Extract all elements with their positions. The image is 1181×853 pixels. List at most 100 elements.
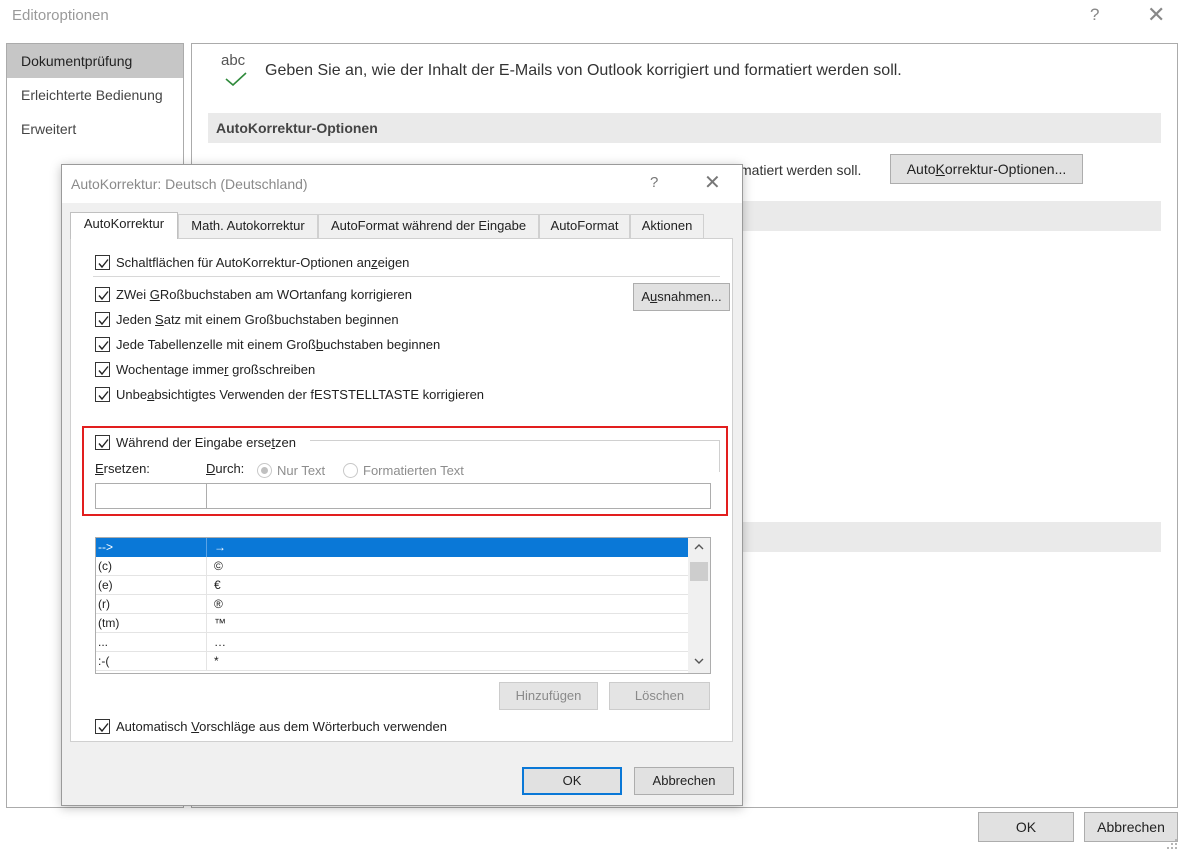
label-text: Schaltflächen für AutoKorrektur-Optionen… (116, 254, 372, 270)
checkbox-label: Wochentage immer großschreiben (116, 362, 315, 377)
label-text: Während der Eingabe erse (116, 434, 272, 450)
list-item[interactable]: ... … (96, 633, 688, 652)
checkbox-row-sentence[interactable]: Jeden Satz mit einem Großbuchstaben begi… (95, 309, 399, 329)
check-icon (98, 340, 109, 350)
label-text: uchstaben beginnen (323, 336, 441, 352)
column-divider (206, 633, 207, 652)
check-icon (98, 438, 109, 448)
checkbox-row-replace-typing[interactable]: Während der Eingabe ersetzen (95, 432, 296, 452)
checkbox-show-buttons[interactable] (95, 254, 110, 270)
label-text: Jeden (116, 311, 156, 327)
label-text: atz mit einem Großbuchstaben beginnen (163, 311, 399, 327)
checkbox-label: Jeden Satz mit einem Großbuchstaben begi… (116, 312, 399, 327)
list-cell-replace: (tm) (98, 616, 120, 630)
list-cell-replace: :-( (98, 654, 110, 668)
radio-label: Formatierten Text (363, 462, 464, 478)
checkbox-row-dictionary[interactable]: Automatisch Vorschläge aus dem Wörterbuc… (95, 716, 447, 736)
checkbox-row-table-cell[interactable]: Jede Tabellenzelle mit einem Großbuchsta… (95, 334, 440, 354)
radio-label: Nur Text (277, 462, 326, 478)
label-accel: V (191, 718, 200, 734)
checkbox-two-caps[interactable] (95, 286, 110, 302)
label-accel: D (206, 461, 216, 476)
check-icon (98, 290, 109, 300)
list-cell-with: … (214, 635, 226, 649)
window-help-button[interactable]: ? (1090, 5, 1099, 25)
checkbox-table-cell[interactable] (95, 336, 110, 352)
radio-row-formatted-text[interactable]: Formatierten Text (343, 461, 464, 479)
cancel-button[interactable]: Abbrechen (1084, 812, 1178, 842)
autokorrektur-description: matiert werden soll. (740, 162, 862, 178)
radio-formatted-text[interactable] (343, 462, 358, 478)
check-icon (98, 390, 109, 400)
checkbox-caps-lock[interactable] (95, 386, 110, 402)
tab-math-autokorrektur[interactable]: Math. Autokorrektur (178, 214, 318, 238)
tab-aktionen[interactable]: Aktionen (630, 214, 704, 238)
tab-autokorrektur[interactable]: AutoKorrektur (70, 212, 178, 239)
check-icon (98, 315, 109, 325)
dialog-cancel-button[interactable]: Abbrechen (634, 767, 734, 795)
list-item[interactable]: (r) ® (96, 595, 688, 614)
ok-button[interactable]: OK (978, 812, 1074, 842)
list-cell-replace: ... (98, 635, 109, 649)
list-cell-with: → (214, 540, 226, 554)
sidebar-item-erleichterte-bedienung[interactable]: Erleichterte Bedienung (7, 78, 183, 112)
dialog-titlebar[interactable]: AutoKorrektur: Deutsch (Deutschland) ? ✕ (62, 165, 742, 203)
list-item[interactable]: :-( * (96, 652, 688, 671)
dialog-close-button[interactable]: ✕ (704, 170, 721, 195)
list-cell-with: * (214, 654, 219, 668)
checkbox-label: Unbeabsichtigtes Verwenden der fESTSTELL… (116, 387, 484, 402)
list-cell-with: ® (214, 597, 223, 611)
label-text: Unbe (116, 386, 148, 402)
window-close-button[interactable]: ✕ (1147, 2, 1165, 28)
column-divider (206, 557, 207, 576)
tab-autoformat-eingabe[interactable]: AutoFormat während der Eingabe (318, 214, 539, 238)
scrollbar-thumb[interactable] (690, 562, 708, 581)
checkbox-dictionary[interactable] (95, 718, 110, 734)
durch-input[interactable] (206, 483, 711, 509)
checkbox-row-two-caps[interactable]: ZWei GRoßbuchstaben am WOrtanfang korrig… (95, 284, 412, 304)
checkbox-replace-typing[interactable] (95, 434, 110, 450)
list-item[interactable]: (tm) ™ (96, 614, 688, 633)
chevron-down-icon[interactable] (693, 655, 705, 667)
check-icon (98, 722, 109, 732)
dialog-ok-button[interactable]: OK (522, 767, 622, 795)
checkbox-sentence[interactable] (95, 311, 110, 327)
list-cell-with: € (214, 578, 221, 592)
list-cell-with: © (214, 559, 223, 573)
list-item[interactable]: --> → (96, 538, 688, 557)
radio-row-plain-text[interactable]: Nur Text (257, 461, 325, 479)
autokorrektur-options-button[interactable]: AutoKorrektur-Optionen... (890, 154, 1083, 184)
replacement-list[interactable]: --> → (c) © (e) € (r) ® (tm) ™ ... … :-( * (95, 537, 711, 674)
column-divider (206, 538, 207, 557)
label-text: eigen (377, 254, 410, 270)
label-text: urch: (215, 461, 245, 476)
sidebar-item-dokumentpruefung[interactable]: Dokumentprüfung (7, 44, 183, 78)
radio-dot (261, 466, 268, 474)
radio-plain-text[interactable] (257, 462, 272, 478)
checkbox-row-weekdays[interactable]: Wochentage immer großschreiben (95, 359, 315, 379)
list-item[interactable]: (e) € (96, 576, 688, 595)
list-cell-replace: --> (98, 540, 113, 554)
checkbox-weekdays[interactable] (95, 361, 110, 377)
dialog-help-button[interactable]: ? (650, 174, 658, 191)
checkbox-label: Automatisch Vorschläge aus dem Wörterbuc… (116, 719, 447, 734)
checkbox-row-show-buttons[interactable]: Schaltflächen für AutoKorrektur-Optionen… (95, 252, 409, 272)
label-text: Roßbuchstaben am WOrtanfang korrigieren (159, 286, 413, 302)
chevron-up-icon[interactable] (693, 541, 705, 553)
ausnahmen-button[interactable]: Ausnahmen... (633, 283, 730, 311)
btn-text: A (641, 289, 651, 304)
list-scrollbar[interactable] (688, 538, 710, 673)
column-divider (206, 595, 207, 614)
delete-button[interactable]: Löschen (609, 682, 710, 710)
ersetzen-input[interactable] (95, 483, 207, 509)
sidebar-item-erweitert[interactable]: Erweitert (7, 112, 183, 146)
add-button[interactable]: Hinzufügen (499, 682, 598, 710)
label-text: ZWei (116, 286, 150, 302)
label-text: zen (275, 434, 296, 450)
checkbox-row-caps-lock[interactable]: Unbeabsichtigtes Verwenden der fESTSTELL… (95, 384, 484, 404)
list-item[interactable]: (c) © (96, 557, 688, 576)
checkbox-label: Jede Tabellenzelle mit einem Großbuchsta… (116, 337, 440, 352)
label-accel: E (95, 461, 104, 476)
resize-grip-icon[interactable] (1166, 838, 1178, 850)
tab-autoformat[interactable]: AutoFormat (539, 214, 630, 238)
